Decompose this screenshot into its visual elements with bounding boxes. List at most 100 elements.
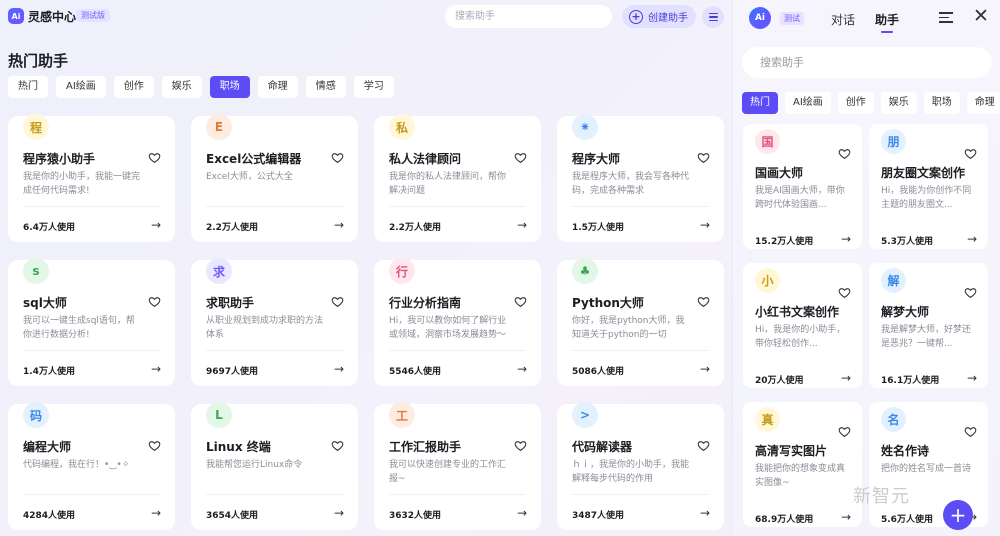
assistant-card[interactable]: > 代码解读器 ｈｉ，我是你的小助手，我能解释每步代码的作用 3487人使用 → — [557, 402, 724, 530]
arrow-right-icon[interactable]: → — [841, 232, 851, 246]
tab-热门[interactable]: 热门 — [8, 76, 48, 98]
heart-icon[interactable] — [838, 423, 851, 438]
assistant-card[interactable]: ♣ Python大师 你好，我是python大师，我知道关于python的一切 508… — [557, 258, 724, 386]
assistant-name: Excel公式编辑器 — [206, 152, 302, 166]
card-divider — [206, 350, 343, 351]
usage-count: 1.4万人使用 — [23, 367, 75, 377]
usage-count: 16.1万人使用 — [881, 376, 940, 386]
create-assistant-button[interactable]: + 创建助手 — [622, 5, 696, 28]
arrow-right-icon[interactable]: → — [517, 506, 527, 520]
side-tab-职场[interactable]: 职场 — [923, 92, 960, 114]
tab-命理[interactable]: 命理 — [257, 76, 298, 98]
side-menu-icon[interactable] — [939, 12, 953, 23]
side-assistant-card[interactable]: 真高清写实图片 我能把你的想象变成真实图像~ 68.9万人使用 → — [743, 402, 862, 527]
heart-icon[interactable] — [697, 293, 710, 308]
tab-情感[interactable]: 情感 — [305, 76, 346, 98]
heart-icon[interactable] — [514, 437, 527, 452]
assistant-card[interactable]: s sql大师 我可以一键生成sql语句，帮你进行数据分析! 1.4万人使用 → — [8, 258, 175, 386]
assistant-card[interactable]: 行行业分析指南 Hi，我可以教你如何了解行业或领域，洞察市场发展趋势～ 5546人使… — [374, 258, 541, 386]
heart-icon[interactable] — [697, 437, 710, 452]
heart-icon[interactable] — [331, 149, 344, 164]
heart-icon[interactable] — [838, 145, 851, 160]
heart-icon[interactable] — [964, 423, 977, 438]
assistant-description: Hi，我是你的小助手，带你轻松创作... — [755, 325, 846, 349]
arrow-right-icon[interactable]: → — [517, 218, 527, 232]
assistant-name: 私人法律顾问 — [389, 152, 462, 166]
assistant-card[interactable]: ✷ 程序大师 我是程序大师，我会写各种代码，完成各种需求 1.5万人使用 → — [557, 114, 724, 242]
assistant-name: 小红书文案创作 — [755, 305, 840, 319]
side-assistant-card[interactable]: 朋朋友圈文案创作 Hi，我能为你创作不同主题的朋友圈文... 5.3万人使用 → — [869, 124, 988, 249]
card-divider — [572, 494, 709, 495]
side-tab-娱乐[interactable]: 娱乐 — [880, 92, 917, 114]
side-tab-命理[interactable]: 命理 — [966, 92, 1000, 114]
side-tab-热门[interactable]: 热门 — [742, 92, 778, 114]
usage-count: 3654人使用 — [206, 511, 259, 521]
card-divider — [389, 494, 526, 495]
side-search-input[interactable]: 搜索助手 — [742, 47, 992, 78]
arrow-right-icon[interactable]: → — [967, 232, 977, 246]
heart-icon[interactable] — [838, 284, 851, 299]
arrow-right-icon[interactable]: → — [517, 362, 527, 376]
arrow-right-icon[interactable]: → — [841, 371, 851, 385]
side-tab-AI绘画[interactable]: AI绘画 — [785, 92, 831, 114]
close-icon[interactable]: ✕ — [973, 7, 989, 26]
heart-icon[interactable] — [514, 149, 527, 164]
heart-icon[interactable] — [148, 437, 161, 452]
add-fab-button[interactable]: + — [943, 500, 973, 530]
side-assistant-card[interactable]: 小小红书文案创作 Hi，我是你的小助手，带你轻松创作... 20万人使用 → — [743, 263, 862, 388]
card-divider — [572, 350, 709, 351]
search-input[interactable]: 搜索助手 — [445, 5, 612, 28]
usage-count: 5086人使用 — [572, 367, 625, 377]
arrow-right-icon[interactable]: → — [151, 362, 161, 376]
assistant-description: Excel大师，公式大全 — [206, 172, 293, 182]
tab-创作[interactable]: 创作 — [113, 76, 154, 98]
arrow-right-icon[interactable]: → — [700, 506, 710, 520]
heart-icon[interactable] — [964, 145, 977, 160]
assistant-avatar: L — [206, 402, 232, 428]
tab-学习[interactable]: 学习 — [353, 76, 394, 98]
assistant-card[interactable]: E Excel公式编辑器 Excel大师，公式大全 2.2万人使用 → — [191, 114, 358, 242]
heart-icon[interactable] — [331, 293, 344, 308]
heart-icon[interactable] — [697, 149, 710, 164]
heart-icon[interactable] — [331, 437, 344, 452]
assistant-description: 我是解梦大师，好梦还是恶兆？一键帮... — [881, 325, 972, 349]
arrow-right-icon[interactable]: → — [967, 371, 977, 385]
usage-count: 6.4万人使用 — [23, 223, 75, 233]
assistant-card[interactable]: 码编程大师 代码编程，我在行！•‿•✧ 4284人使用 → — [8, 402, 175, 530]
tab-chat[interactable]: 对话 — [831, 11, 855, 28]
arrow-right-icon[interactable]: → — [700, 362, 710, 376]
arrow-right-icon[interactable]: → — [151, 218, 161, 232]
heart-icon[interactable] — [514, 293, 527, 308]
assistant-card[interactable]: 程程序猿小助手 我是你的小助手，我能一键完成任何代码需求! 6.4万人使用 → — [8, 114, 175, 242]
tab-职场[interactable]: 职场 — [209, 76, 250, 98]
card-divider — [23, 350, 160, 351]
assistant-card[interactable]: L Linux 终端 我能帮您运行Linux命令 3654人使用 → — [191, 402, 358, 530]
menu-icon[interactable] — [702, 6, 724, 28]
side-assistant-card[interactable]: 解解梦大师 我是解梦大师，好梦还是恶兆？一键帮... 16.1万人使用 → — [869, 263, 988, 388]
arrow-right-icon[interactable]: → — [151, 506, 161, 520]
heart-icon[interactable] — [148, 149, 161, 164]
arrow-right-icon[interactable]: → — [841, 510, 851, 524]
assistant-card[interactable]: 私私人法律顾问 我是你的私人法律顾问，帮你解决问题 2.2万人使用 → — [374, 114, 541, 242]
arrow-right-icon[interactable]: → — [334, 506, 344, 520]
assistant-card[interactable]: 求求职助手 从职业规划到成功求职的方法体系 9697人使用 → — [191, 258, 358, 386]
assistant-avatar: 名 — [881, 407, 906, 432]
assistant-card[interactable]: 工工作汇报助手 我可以快速创建专业的工作汇报~ 3632人使用 → — [374, 402, 541, 530]
tab-AI绘画[interactable]: AI绘画 — [56, 76, 106, 98]
tab-assistant[interactable]: 助手 — [875, 11, 899, 28]
side-assistant-card[interactable]: 国国画大师 我是AI国画大师，带你跨时代体验国画... 15.2万人使用 → — [743, 124, 862, 249]
assistant-description: ｈｉ，我是你的小助手，我能解释每步代码的作用 — [572, 460, 690, 484]
assistant-avatar: 私 — [389, 114, 415, 140]
tab-娱乐[interactable]: 娱乐 — [161, 76, 202, 98]
arrow-right-icon[interactable]: → — [700, 218, 710, 232]
assistant-description: 我是AI国画大师，带你跨时代体验国画... — [755, 186, 845, 210]
arrow-right-icon[interactable]: → — [334, 218, 344, 232]
heart-icon[interactable] — [148, 293, 161, 308]
side-tab-创作[interactable]: 创作 — [837, 92, 874, 114]
heart-icon[interactable] — [964, 284, 977, 299]
app-title: 灵感中心 — [28, 10, 77, 24]
usage-count: 1.5万人使用 — [572, 223, 624, 233]
assistant-name: Linux 终端 — [206, 440, 271, 454]
assistant-name: 程序猿小助手 — [23, 152, 96, 166]
arrow-right-icon[interactable]: → — [334, 362, 344, 376]
